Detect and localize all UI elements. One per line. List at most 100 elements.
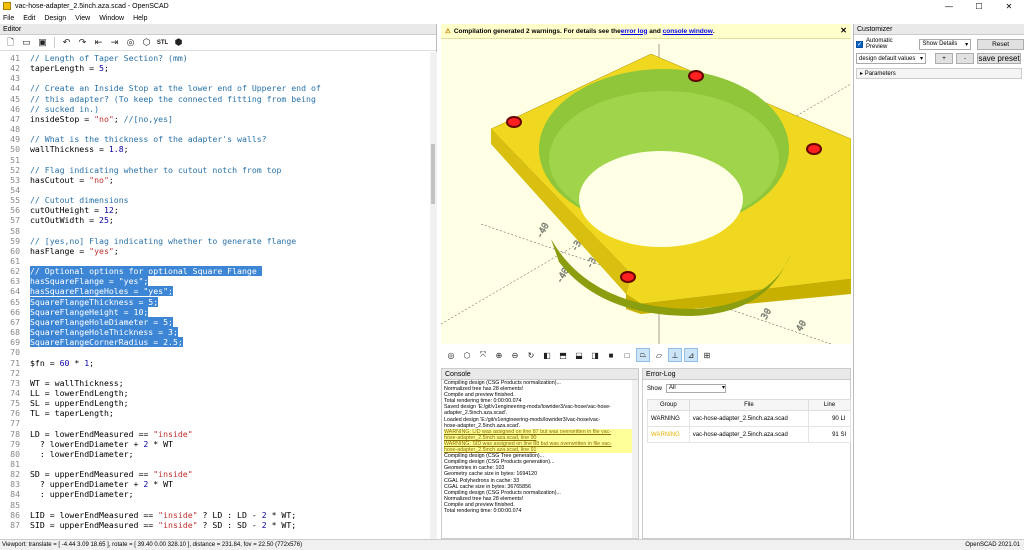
zoom-out-icon[interactable]: ⊖ <box>508 348 522 362</box>
code-line[interactable]: 73 WT = wallThickness; <box>0 378 430 388</box>
auto-preview-checkbox[interactable]: ✓ <box>856 40 863 48</box>
orthogonal-icon[interactable]: ▱ <box>652 348 666 362</box>
save-preset-button[interactable]: save preset <box>977 53 1021 64</box>
view-back-icon[interactable]: □ <box>620 348 634 362</box>
undo-icon[interactable]: ↶ <box>60 36 73 49</box>
indent-icon[interactable]: ⇥ <box>108 36 121 49</box>
code-line[interactable]: 69 SquareFlangeCornerRadius = 2.5; <box>0 337 430 348</box>
code-line[interactable]: 77 <box>0 418 430 428</box>
code-line[interactable]: 47 insideStop = "no"; //[no,yes] <box>0 114 430 124</box>
code-line[interactable]: 46 // sucked in.) <box>0 104 430 114</box>
code-line[interactable]: 57 cutOutWidth = 25; <box>0 215 430 225</box>
code-line[interactable]: 85 <box>0 500 430 510</box>
close-button[interactable]: ✕ <box>994 0 1024 12</box>
code-line[interactable]: 67 SquareFlangeHoleDiameter = 5; <box>0 316 430 327</box>
code-line[interactable]: 49 // What is the thickness of the adapte… <box>0 134 430 144</box>
menu-window[interactable]: Window <box>99 15 124 22</box>
code-line[interactable]: 60 hasFlange = "yes"; <box>0 246 430 256</box>
show-filter-select[interactable]: All ▾ <box>666 384 727 393</box>
code-line[interactable]: 51 <box>0 155 430 165</box>
code-line[interactable]: 68 SquareFlangeHoleThickness = 3; <box>0 327 430 338</box>
code-line[interactable]: 81 <box>0 459 430 469</box>
menu-edit[interactable]: Edit <box>23 15 35 22</box>
new-file-icon[interactable]: 🗋 <box>4 36 17 49</box>
code-line[interactable]: 53 hasCutout = "no"; <box>0 175 430 185</box>
reset-view-icon[interactable]: ↻ <box>524 348 538 362</box>
remove-preset-button[interactable]: - <box>956 53 974 64</box>
zoom-in-icon[interactable]: ⊕ <box>492 348 506 362</box>
render-icon[interactable]: ⬡ <box>460 348 474 362</box>
maximize-button[interactable]: ☐ <box>964 0 994 12</box>
code-line[interactable]: 82 SD = upperEndMeasured == "inside" <box>0 469 430 479</box>
table-row[interactable]: WARNING vac-hose-adapter_2.5inch.aza.sca… <box>647 410 851 427</box>
code-line[interactable]: 62 // Optional options for optional Squar… <box>0 266 430 277</box>
menu-view[interactable]: View <box>75 15 90 22</box>
error-log-link[interactable]: error log <box>621 28 648 35</box>
console-output[interactable]: Compiling design (CSG Products normaliza… <box>444 380 632 538</box>
code-line[interactable]: 45 // this adapter? (To keep the connecte… <box>0 94 430 104</box>
preview-icon[interactable]: ◎ <box>444 348 458 362</box>
scrollbar-thumb[interactable] <box>431 144 435 204</box>
console-window-link[interactable]: console window <box>663 28 713 35</box>
code-line[interactable]: 75 SL = upperEndLength; <box>0 398 430 408</box>
editor-scrollbar[interactable] <box>430 52 437 539</box>
parameters-section[interactable]: ▸ Parameters <box>856 68 1022 79</box>
code-line[interactable]: 41 // Length of Taper Section? (mm) <box>0 53 430 63</box>
unindent-icon[interactable]: ⇤ <box>92 36 105 49</box>
code-line[interactable]: 59 // [yes,no] Flag indicating whether to… <box>0 236 430 246</box>
view-front-icon[interactable]: ■ <box>604 348 618 362</box>
menu-help[interactable]: Help <box>133 15 147 22</box>
code-line[interactable]: 86 LID = lowerEndMeasured == "inside" ? L… <box>0 510 430 520</box>
view-left-icon[interactable]: ◨ <box>588 348 602 362</box>
redo-icon[interactable]: ↷ <box>76 36 89 49</box>
view-top-icon[interactable]: ⬒ <box>556 348 570 362</box>
perspective-icon[interactable]: ⏢ <box>636 348 650 362</box>
render-icon[interactable]: ⬡ <box>140 36 153 49</box>
save-icon[interactable]: ▣ <box>36 36 49 49</box>
code-line[interactable]: 42 taperLength = 5; <box>0 63 430 73</box>
code-line[interactable]: 55 // Cutout dimensions <box>0 195 430 205</box>
show-edges-icon[interactable]: ⊞ <box>700 348 714 362</box>
code-line[interactable]: 74 LL = lowerEndLength; <box>0 388 430 398</box>
show-axes-icon[interactable]: ⊥ <box>668 348 682 362</box>
code-line[interactable]: 70 <box>0 347 430 357</box>
code-line[interactable]: 50 wallThickness = 1.8; <box>0 144 430 154</box>
show-scale-icon[interactable]: ⊿ <box>684 348 698 362</box>
code-line[interactable]: 63 hasSquareFlange = "yes"; <box>0 276 430 287</box>
code-line[interactable]: 72 <box>0 368 430 378</box>
preview-icon[interactable]: ◎ <box>124 36 137 49</box>
add-preset-button[interactable]: + <box>935 53 953 64</box>
code-line[interactable]: 83 ? upperEndDiameter + 2 * WT <box>0 479 430 489</box>
code-line[interactable]: 61 <box>0 256 430 266</box>
code-line[interactable]: 44 // Create an Inside Stop at the lower … <box>0 83 430 93</box>
3d-viewport[interactable]: -40-30-20-1010203040-40-30-20-1010203040… <box>441 24 851 344</box>
code-line[interactable]: 43 <box>0 73 430 83</box>
export-stl-icon[interactable]: STL <box>156 36 169 49</box>
zoom-all-icon[interactable]: ⤧ <box>476 348 490 362</box>
code-line[interactable]: 80 : lowerEndDiameter; <box>0 449 430 459</box>
code-line[interactable]: 52 // Flag indicating whether to cutout n… <box>0 165 430 175</box>
table-row[interactable]: WARNING vac-hose-adapter_2.5inch.aza.sca… <box>647 426 851 443</box>
view-right-icon[interactable]: ◧ <box>540 348 554 362</box>
code-line[interactable]: 79 ? lowerEndDiameter + 2 * WT <box>0 439 430 449</box>
code-editor[interactable]: 41 // Length of Taper Section? (mm) 42 tape… <box>0 52 430 539</box>
code-line[interactable]: 84 : upperEndDiameter; <box>0 489 430 499</box>
show-details-select[interactable]: Show Details ▾ <box>919 38 972 50</box>
code-line[interactable]: 48 <box>0 124 430 134</box>
column-group[interactable]: Group <box>647 399 690 411</box>
open-file-icon[interactable]: ▭ <box>20 36 33 49</box>
code-line[interactable]: 64 hasSquareFlangeHoles = "yes"; <box>0 286 430 297</box>
column-file[interactable]: File <box>688 399 810 411</box>
code-line[interactable]: 76 TL = taperLength; <box>0 408 430 418</box>
code-line[interactable]: 71 $fn = 60 * 1; <box>0 358 430 368</box>
code-line[interactable]: 66 SquareFlangeHeight = 10; <box>0 306 430 317</box>
menu-file[interactable]: File <box>3 15 14 22</box>
code-line[interactable]: 58 <box>0 226 430 236</box>
close-icon[interactable]: ✕ <box>840 26 847 35</box>
reset-button[interactable]: Reset <box>977 38 1024 50</box>
code-line[interactable]: 78 LD = lowerEndMeasured == "inside" <box>0 429 430 439</box>
view-bottom-icon[interactable]: ⬓ <box>572 348 586 362</box>
code-line[interactable]: 87 SID = upperEndMeasured == "inside" ? S… <box>0 520 430 530</box>
menu-design[interactable]: Design <box>44 15 66 22</box>
preset-select[interactable]: design default values ▾ <box>856 53 926 64</box>
